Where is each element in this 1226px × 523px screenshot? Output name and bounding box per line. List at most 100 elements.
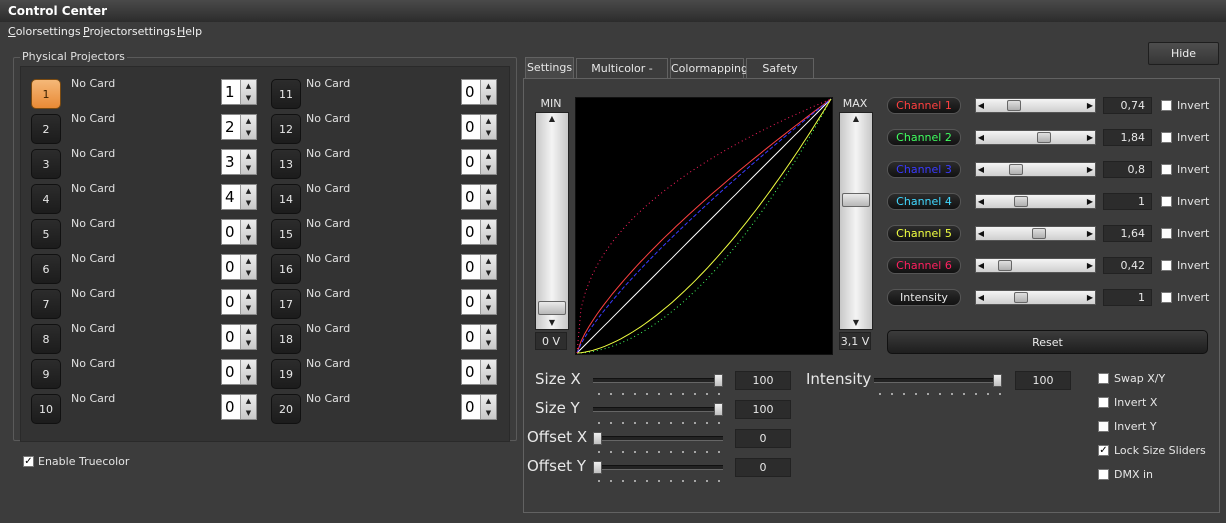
spinner-value[interactable]: 1 (225, 83, 235, 101)
projector-channel-spinner[interactable]: 0 ▲ ▼ (461, 184, 497, 210)
size-offset-thumb[interactable] (714, 403, 723, 416)
projector-channel-spinner[interactable]: 0 ▲ ▼ (221, 254, 257, 280)
spinner-value[interactable]: 0 (465, 83, 475, 101)
projector-button-20[interactable]: 20 (271, 394, 301, 424)
spin-up-icon[interactable]: ▲ (241, 80, 256, 92)
spin-down-icon[interactable]: ▼ (241, 337, 256, 349)
channel-value[interactable]: 0,8 (1103, 161, 1152, 178)
arrow-right-icon[interactable]: ▶ (1085, 291, 1095, 304)
projector-button-11[interactable]: 11 (271, 79, 301, 109)
size-offset-track[interactable] (593, 407, 723, 412)
min-voltage-slider[interactable]: ▲ ▼ (535, 112, 569, 330)
channel-invert-checkbox[interactable] (1161, 100, 1172, 111)
channel-value[interactable]: 1,84 (1103, 129, 1152, 146)
channel-button-7[interactable]: Intensity (887, 289, 961, 306)
option-checkbox[interactable] (1098, 469, 1109, 480)
arrow-down-icon[interactable]: ▼ (840, 317, 872, 329)
projector-channel-spinner[interactable]: 0 ▲ ▼ (221, 289, 257, 315)
projector-channel-spinner[interactable]: 4 ▲ ▼ (221, 184, 257, 210)
spinner-value[interactable]: 2 (225, 118, 235, 136)
arrow-right-icon[interactable]: ▶ (1085, 259, 1095, 272)
projector-button-7[interactable]: 7 (31, 289, 61, 319)
projector-button-2[interactable]: 2 (31, 114, 61, 144)
projector-button-8[interactable]: 8 (31, 324, 61, 354)
menu-help[interactable]: Help (177, 25, 202, 38)
size-offset-track[interactable] (593, 436, 723, 441)
arrow-right-icon[interactable]: ▶ (1085, 227, 1095, 240)
channel-invert-checkbox[interactable] (1161, 132, 1172, 143)
projector-channel-spinner[interactable]: 0 ▲ ▼ (461, 114, 497, 140)
arrow-left-icon[interactable]: ◀ (976, 195, 986, 208)
projector-button-17[interactable]: 17 (271, 289, 301, 319)
projector-button-12[interactable]: 12 (271, 114, 301, 144)
arrow-right-icon[interactable]: ▶ (1085, 131, 1095, 144)
size-offset-track[interactable] (593, 378, 723, 383)
projector-channel-spinner[interactable]: 0 ▲ ▼ (221, 324, 257, 350)
menu-projectorsettings[interactable]: Projectorsettings (83, 25, 176, 38)
projector-channel-spinner[interactable]: 0 ▲ ▼ (461, 394, 497, 420)
channel-button-5[interactable]: Channel 5 (887, 225, 961, 242)
channel-slider-thumb[interactable] (1032, 228, 1047, 239)
arrow-down-icon[interactable]: ▼ (536, 317, 568, 329)
channel-button-1[interactable]: Channel 1 (887, 97, 961, 114)
hide-button[interactable]: Hide (1148, 42, 1219, 65)
channel-button-4[interactable]: Channel 4 (887, 193, 961, 210)
spinner-value[interactable]: 4 (225, 188, 235, 206)
spin-up-icon[interactable]: ▲ (241, 360, 256, 372)
size-offset-thumb[interactable] (714, 374, 723, 387)
spin-down-icon[interactable]: ▼ (481, 407, 496, 419)
channel-slider-thumb[interactable] (1008, 164, 1023, 175)
channel-gamma-slider[interactable]: ◀ ▶ (975, 258, 1096, 273)
spin-up-icon[interactable]: ▲ (481, 325, 496, 337)
channel-gamma-slider[interactable]: ◀ ▶ (975, 130, 1096, 145)
spin-down-icon[interactable]: ▼ (241, 197, 256, 209)
projector-button-19[interactable]: 19 (271, 359, 301, 389)
channel-invert-checkbox[interactable] (1161, 260, 1172, 271)
spin-down-icon[interactable]: ▼ (241, 92, 256, 104)
spin-down-icon[interactable]: ▼ (481, 302, 496, 314)
tab-colormapping[interactable]: Colormapping (670, 58, 748, 78)
spin-down-icon[interactable]: ▼ (481, 127, 496, 139)
channel-button-6[interactable]: Channel 6 (887, 257, 961, 274)
projector-channel-spinner[interactable]: 0 ▲ ▼ (221, 359, 257, 385)
projector-channel-spinner[interactable]: 1 ▲ ▼ (221, 79, 257, 105)
projector-button-15[interactable]: 15 (271, 219, 301, 249)
size-offset-value[interactable]: 100 (735, 371, 791, 390)
spin-down-icon[interactable]: ▼ (481, 337, 496, 349)
channel-slider-thumb[interactable] (1013, 196, 1028, 207)
spinner-value[interactable]: 0 (465, 188, 475, 206)
channel-gamma-slider[interactable]: ◀ ▶ (975, 290, 1096, 305)
channel-value[interactable]: 1 (1103, 193, 1152, 210)
channel-gamma-slider[interactable]: ◀ ▶ (975, 226, 1096, 241)
option-checkbox[interactable] (1098, 397, 1109, 408)
spin-up-icon[interactable]: ▲ (241, 290, 256, 302)
spin-up-icon[interactable]: ▲ (481, 360, 496, 372)
arrow-left-icon[interactable]: ◀ (976, 259, 986, 272)
spin-up-icon[interactable]: ▲ (481, 150, 496, 162)
spinner-value[interactable]: 0 (225, 328, 235, 346)
spin-down-icon[interactable]: ▼ (241, 162, 256, 174)
projector-channel-spinner[interactable]: 0 ▲ ▼ (461, 79, 497, 105)
arrow-left-icon[interactable]: ◀ (976, 291, 986, 304)
max-voltage-slider[interactable]: ▲ ▼ (839, 112, 873, 330)
tab-safety-zone[interactable]: Safety Zone (746, 58, 814, 94)
projector-channel-spinner[interactable]: 0 ▲ ▼ (461, 324, 497, 350)
projector-button-9[interactable]: 9 (31, 359, 61, 389)
projector-button-13[interactable]: 13 (271, 149, 301, 179)
spinner-value[interactable]: 0 (225, 258, 235, 276)
spin-up-icon[interactable]: ▲ (481, 80, 496, 92)
spinner-value[interactable]: 0 (225, 363, 235, 381)
spinner-value[interactable]: 0 (225, 293, 235, 311)
spin-down-icon[interactable]: ▼ (481, 267, 496, 279)
spin-up-icon[interactable]: ▲ (241, 150, 256, 162)
intensity-track[interactable] (874, 378, 1002, 383)
spinner-value[interactable]: 0 (465, 223, 475, 241)
projector-channel-spinner[interactable]: 0 ▲ ▼ (221, 219, 257, 245)
spinner-value[interactable]: 0 (465, 293, 475, 311)
spinner-value[interactable]: 0 (465, 258, 475, 276)
spin-down-icon[interactable]: ▼ (241, 407, 256, 419)
size-offset-track[interactable] (593, 465, 723, 470)
projector-channel-spinner[interactable]: 0 ▲ ▼ (461, 254, 497, 280)
arrow-right-icon[interactable]: ▶ (1085, 195, 1095, 208)
arrow-left-icon[interactable]: ◀ (976, 227, 986, 240)
